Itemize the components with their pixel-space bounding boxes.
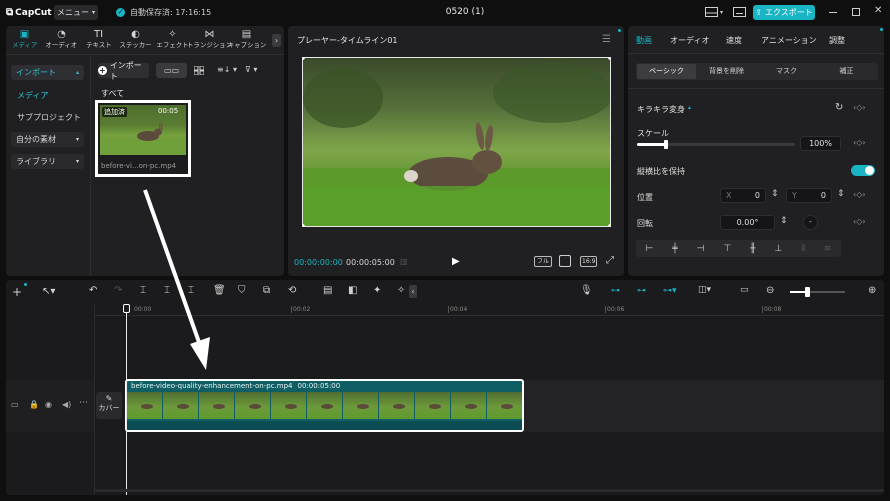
drag-arrow-annotation xyxy=(143,189,210,370)
